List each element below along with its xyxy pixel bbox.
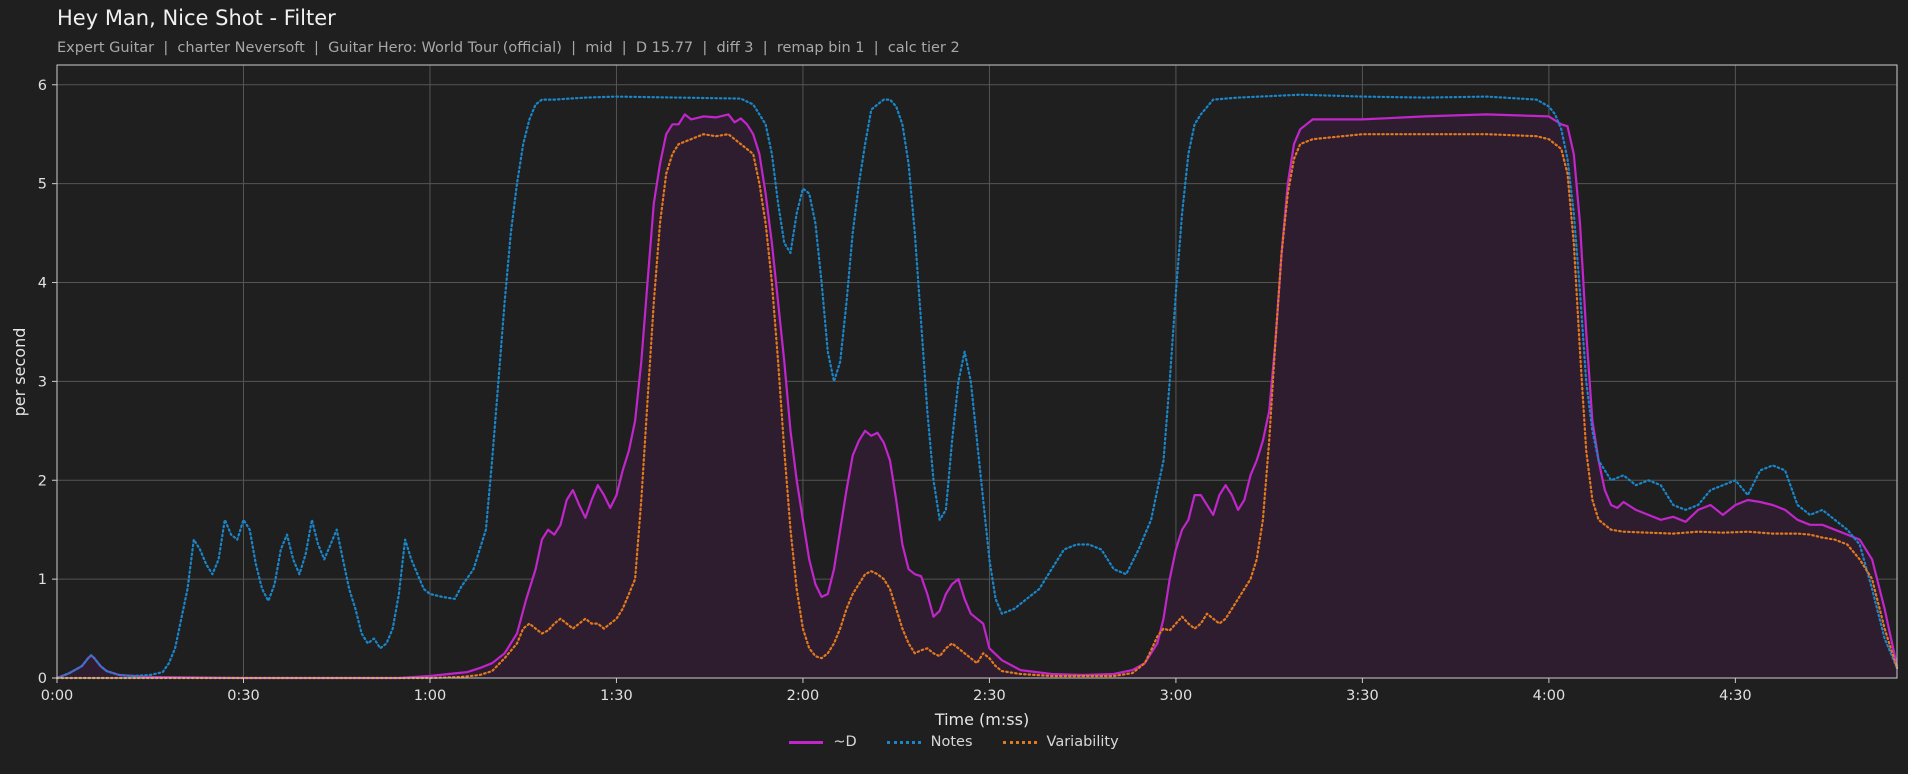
legend: ~D Notes Variability — [0, 734, 1908, 750]
x-tick-label: 3:30 — [1346, 688, 1379, 704]
x-tick-label: 2:30 — [973, 688, 1006, 704]
legend-item: Variability — [1002, 734, 1119, 750]
y-tick-label: 2 — [38, 473, 47, 489]
legend-label: ~D — [833, 734, 857, 750]
y-tick-label: 4 — [38, 276, 47, 292]
x-tick-label: 1:30 — [600, 688, 633, 704]
legend-swatch — [789, 740, 824, 744]
x-tick-label: 3:00 — [1160, 688, 1193, 704]
x-tick-label: 4:30 — [1719, 688, 1752, 704]
y-tick-label: 1 — [38, 572, 47, 588]
legend-swatch — [886, 740, 921, 744]
legend-item: Notes — [886, 734, 973, 750]
y-tick-label: 3 — [38, 374, 47, 390]
y-tick-label: 6 — [38, 78, 47, 94]
x-axis-label: Time (m:ss) — [934, 710, 1029, 729]
y-tick-label: 5 — [38, 177, 47, 193]
y-tick-label: 0 — [38, 671, 47, 687]
x-tick-label: 1:00 — [414, 688, 447, 704]
x-tick-label: 2:00 — [787, 688, 820, 704]
d-fill-area — [57, 114, 1897, 678]
chart: 0:00 0:30 1:00 1:30 2:00 2:30 3:00 3:30 4:00 4:30… — [10, 64, 1899, 729]
x-tick-label: 0:30 — [227, 688, 260, 704]
legend-swatch — [1002, 740, 1037, 744]
y-axis-label: per second — [10, 328, 29, 417]
series-fill — [57, 114, 1897, 678]
x-tick-label: 4:00 — [1533, 688, 1566, 704]
x-tick-label: 0:00 — [41, 688, 74, 704]
legend-item: ~D — [789, 734, 857, 750]
legend-label: Variability — [1046, 734, 1119, 750]
legend-label: Notes — [930, 734, 973, 750]
